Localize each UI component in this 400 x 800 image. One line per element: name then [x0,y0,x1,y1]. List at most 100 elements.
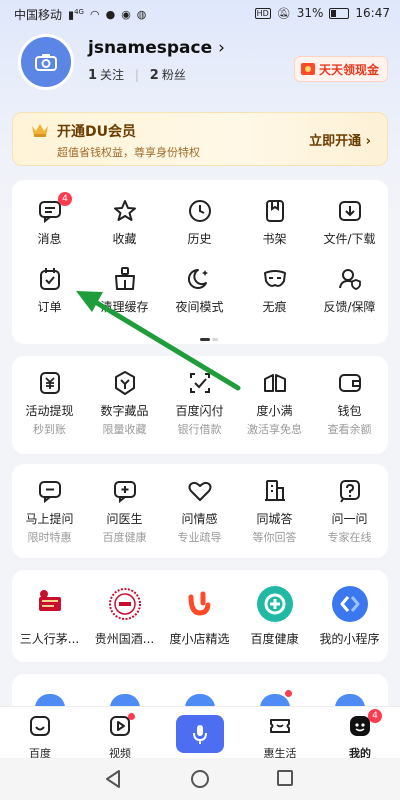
tool-history[interactable]: 历史 [162,198,237,247]
finance-label: 数字藏品 [100,404,149,418]
quick-tools-card: 4 消息 收藏 历史 书架 文件/下载 订单 清理缓存 夜间模式 无痕 反馈/保… [12,180,388,344]
service-label: 问医生 [106,512,143,526]
mine-badge: 4 [368,709,382,723]
signal-icon: ▮4G [68,7,84,22]
system-navigation-bar [0,758,400,800]
tab-video[interactable]: 视频 [80,707,160,760]
tool-incognito[interactable]: 无痕 [237,266,312,315]
tool-orders[interactable]: 订单 [12,266,87,315]
fans-stat[interactable]: 2 粉丝 [150,68,186,83]
question-icon [339,480,360,503]
service-sub: 专家在线 [327,531,372,544]
avatar[interactable] [18,34,74,90]
guojiu-logo-icon [107,586,143,622]
tool-label: 反馈/保障 [323,300,376,314]
tab-baidu[interactable]: 百度 [0,707,80,760]
finance-sub: 秒到账 [33,423,66,436]
vip-open-button[interactable]: 立即开通 › [309,130,371,149]
order-icon [39,268,60,290]
mute-icon: 🔕︎ [276,6,291,20]
finance-sub: 查看余额 [327,423,372,436]
finance-collectibles[interactable]: 数字藏品 限量收藏 [87,370,162,437]
battery-percent: 31% [296,6,324,20]
mini-programs-card: 三人行茅... 贵州国酒... 度小店精选 百度健康 我的小程序 [12,570,388,662]
miniapp-label: 度小店精选 [169,632,230,646]
finance-row: 活动提现 秒到账 数字藏品 限量收藏 百度闪付 银行借款 度小满 激活享免息 钱… [12,370,388,437]
status-bar: 中国移动 ▮4G ◠ ● ◉ ◍ HD 🔕︎ 31% 16:47 [0,0,400,28]
service-doctor[interactable]: 问医生 百度健康 [87,478,162,545]
health-logo-icon [256,586,293,622]
profile-header: jsnamespace › 1 关注 | 2 粉丝 天天领现金 [18,34,388,94]
tab-mine[interactable]: 4 我的 [320,707,400,760]
finance-duxiaoman[interactable]: 度小满 激活享免息 [237,370,312,437]
tool-night-mode[interactable]: 夜间模式 [162,266,237,315]
tool-favorites[interactable]: 收藏 [87,198,162,247]
miniapp-maotai[interactable]: 三人行茅... [12,586,87,647]
finance-sub: 银行借款 [177,423,222,436]
tool-feedback[interactable]: 反馈/保障 [312,266,387,315]
miniapp-duxiaodian[interactable]: 度小店精选 [162,586,237,647]
vip-subtitle: 超值省钱权益，尊享身份特权 [57,146,200,159]
daily-cash-label: 天天领现金 [318,62,379,77]
tool-label: 收藏 [112,232,137,246]
finance-sub: 限量收藏 [102,423,147,436]
finance-label: 度小满 [256,404,293,418]
services-row: 马上提问 限时特惠 问医生 百度健康 问情感 专业疏导 同城答 等你回答 问一问… [12,478,388,545]
quick-tools-row-2: 订单 清理缓存 夜间模式 无痕 反馈/保障 [12,266,388,315]
wallet-icon [338,374,361,392]
tool-messages[interactable]: 4 消息 [12,192,87,247]
tool-label: 历史 [187,232,212,246]
finance-label: 钱包 [337,404,362,418]
tool-label: 书架 [262,232,287,246]
finance-flashpay[interactable]: 百度闪付 银行借款 [162,370,237,437]
daily-cash-button[interactable]: 天天领现金 [293,56,388,82]
camera-icon [35,54,57,71]
finance-sub: 激活享免息 [247,423,302,436]
services-card: 马上提问 限时特惠 问医生 百度健康 问情感 专业疏导 同城答 等你回答 问一问… [12,464,388,558]
tab-life[interactable]: 惠生活 [240,707,320,760]
doctor-icon [113,481,136,504]
home-circle-icon[interactable] [190,769,210,789]
tool-downloads[interactable]: 文件/下载 [312,198,387,247]
service-emotion[interactable]: 问情感 专业疏导 [162,478,237,545]
vip-banner[interactable]: 开通DU会员 超值省钱权益，尊享身份特权 立即开通 › [12,112,388,166]
tool-label: 文件/下载 [323,232,376,246]
heart-icon [188,481,211,501]
ask-icon [38,481,61,504]
hd-icon: HD [254,7,271,19]
chevron-right-icon: › [218,38,225,58]
yuan-icon [39,372,60,394]
tool-label: 清理缓存 [100,300,149,314]
following-stat[interactable]: 1 关注 [88,68,124,83]
service-ask-expert[interactable]: 问一问 专家在线 [312,478,387,545]
vip-title: 开通DU会员 [57,124,136,140]
service-sub: 等你回答 [252,531,297,544]
service-sub: 限时特惠 [27,531,72,544]
finance-withdraw[interactable]: 活动提现 秒到账 [12,370,87,437]
bookshelf-icon [265,200,284,222]
miniapp-my-programs[interactable]: 我的小程序 [312,586,387,647]
miniapp-label: 我的小程序 [319,632,380,646]
service-ask-now[interactable]: 马上提问 限时特惠 [12,478,87,545]
maotai-logo-icon [31,586,68,622]
miniapp-guojiu[interactable]: 贵州国酒... [87,586,162,647]
back-icon[interactable] [104,769,122,789]
voice-search-button[interactable] [176,715,224,753]
finance-card: 活动提现 秒到账 数字藏品 限量收藏 百度闪付 银行借款 度小满 激活享免息 钱… [12,356,388,454]
finance-wallet[interactable]: 钱包 查看余额 [312,370,387,437]
service-local-answer[interactable]: 同城答 等你回答 [237,478,312,545]
miniapp-label: 贵州国酒... [94,632,155,646]
quick-tools-row-1: 4 消息 收藏 历史 书架 文件/下载 [12,192,388,247]
video-new-dot [128,713,135,720]
username-link[interactable]: jsnamespace › [88,38,225,58]
tab-voice-search[interactable] [160,707,240,759]
miniapp-baidu-health[interactable]: 百度健康 [237,586,312,647]
red-envelope-icon [300,63,315,75]
fans-label: 粉丝 [161,68,186,82]
miniapp-label: 百度健康 [250,632,299,646]
recents-icon[interactable] [276,769,294,787]
clean-icon [114,267,135,290]
tool-clean-cache[interactable]: 清理缓存 [87,266,162,315]
notification-icon: ◍ [136,8,147,21]
tool-bookshelf[interactable]: 书架 [237,198,312,247]
